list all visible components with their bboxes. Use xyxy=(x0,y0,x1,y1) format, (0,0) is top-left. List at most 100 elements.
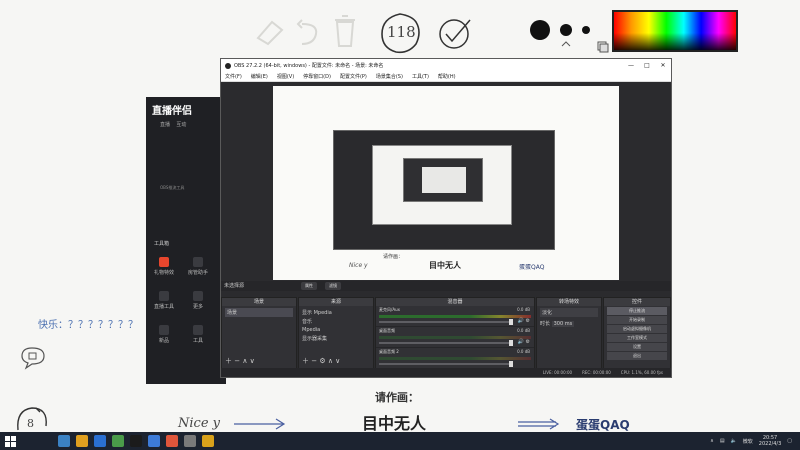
menu-view[interactable]: 视图(V) xyxy=(277,73,294,80)
nested-capture-2 xyxy=(372,145,512,225)
arrow-icon xyxy=(234,418,286,430)
properties-button[interactable]: 属性 xyxy=(301,282,317,290)
brush-size-small-icon[interactable] xyxy=(582,26,590,34)
menu-scene-collection[interactable]: 场景集合(S) xyxy=(376,73,403,80)
taskbar-app-icon[interactable] xyxy=(166,435,178,447)
obs-window[interactable]: OBS 27.2.2 (64-bit, windows) - 配置文件: 未命名… xyxy=(220,58,672,378)
mute-speaker-icon[interactable]: 🔊 ⚙ xyxy=(518,339,530,345)
tool-misc[interactable]: 工具 xyxy=(186,325,210,344)
scene-item[interactable]: 场景 xyxy=(225,308,293,317)
menu-tools[interactable]: 工具(T) xyxy=(412,73,429,80)
app-tabs[interactable]: 直播 互动 xyxy=(160,121,186,128)
close-button[interactable]: ✕ xyxy=(655,62,671,69)
taskbar-app-icon[interactable] xyxy=(130,435,142,447)
tools-title: 工具箱 xyxy=(154,241,170,247)
color-palette[interactable] xyxy=(612,10,738,52)
nested-capture-4 xyxy=(422,167,466,193)
eraser-icon[interactable] xyxy=(252,14,286,48)
source-item[interactable]: 显示 Mpedia xyxy=(302,308,370,317)
brush-size-large-icon[interactable] xyxy=(530,20,550,40)
check-circle-icon[interactable] xyxy=(436,16,476,52)
live-companion-app[interactable]: 直播伴侣 直播 互动 OBS推流工具 工具箱 礼物特效 房管助手 直播工具 更多… xyxy=(146,97,226,384)
double-arrow-icon xyxy=(518,418,560,430)
source-item[interactable]: 显示器采集 xyxy=(302,334,370,343)
filters-button[interactable]: 滤镜 xyxy=(325,282,341,290)
tool-live-tools[interactable]: 直播工具 xyxy=(152,291,176,310)
volume-fader[interactable] xyxy=(379,361,513,367)
controls-dock[interactable]: 控件 停止推流 开始录制 启动虚拟摄像机 工作室模式 设置 退出 xyxy=(603,297,671,369)
duration-input[interactable]: 300 ms xyxy=(551,321,575,327)
obs-preview[interactable]: 请作画： Nice y 目中无人 蛋蛋QAQ xyxy=(273,86,619,280)
stop-streaming-button[interactable]: 停止推流 xyxy=(607,307,667,315)
taskbar-app-icon[interactable] xyxy=(58,435,70,447)
brush-size-picker[interactable] xyxy=(528,18,598,52)
settings-button[interactable]: 设置 xyxy=(607,343,667,351)
input-method-label[interactable]: 微软 xyxy=(743,438,753,445)
tray-arrow-icon[interactable]: ∧ xyxy=(710,438,714,444)
minimize-button[interactable]: — xyxy=(623,62,639,69)
taskbar-app-icon[interactable] xyxy=(184,435,196,447)
nested-capture-3 xyxy=(403,158,483,202)
tool-gift-effects[interactable]: 礼物特效 xyxy=(152,257,176,276)
studio-mode-button[interactable]: 工作室模式 xyxy=(607,334,667,342)
mixer-channel[interactable]: 桌面音频 0.0 dB 🔊 ⚙ xyxy=(376,327,534,348)
virtual-camera-button[interactable]: 启动虚拟摄像机 xyxy=(607,325,667,333)
undo-icon[interactable] xyxy=(292,14,326,48)
brush-size-medium-icon[interactable] xyxy=(560,24,572,36)
volume-icon[interactable]: 🔈 xyxy=(731,438,737,444)
sources-dock[interactable]: 来源 显示 Mpedia 音乐 Mpedia 显示器采集 ＋ − ⚙ ∧ ∨ xyxy=(298,297,374,369)
preview-dandan-text: 蛋蛋QAQ xyxy=(519,264,545,271)
mute-speaker-icon[interactable]: 🔊 ⚙ xyxy=(518,318,530,324)
obs-menubar[interactable]: 文件(F) 编辑(E) 视图(V) 停靠窗口(D) 配置文件(P) 场景集合(S… xyxy=(221,72,671,82)
tool-new[interactable]: 新品 xyxy=(152,325,176,344)
tab-interact[interactable]: 互动 xyxy=(176,122,186,128)
audio-mixer-dock[interactable]: 混音器 麦克风/Aux 0.0 dB 🔊 ⚙ 桌面音频 0.0 dB 🔊 ⚙ 桌… xyxy=(375,297,535,369)
scenes-dock-actions[interactable]: ＋ − ∧ ∨ xyxy=(225,356,255,366)
mixer-channel[interactable]: 麦克风/Aux 0.0 dB 🔊 ⚙ xyxy=(376,306,534,327)
happy-label: 快乐：？？？？？？？ xyxy=(38,320,138,331)
taskbar-app-icon[interactable] xyxy=(148,435,160,447)
network-icon[interactable]: ▤ xyxy=(720,438,725,444)
system-clock[interactable]: 20:57 2022/4/3 xyxy=(759,435,781,447)
volume-meter xyxy=(379,315,531,318)
maximize-button[interactable]: □ xyxy=(639,62,655,69)
obs-titlebar[interactable]: OBS 27.2.2 (64-bit, windows) - 配置文件: 未命名… xyxy=(221,59,671,72)
exit-button[interactable]: 退出 xyxy=(607,352,667,360)
menu-docks[interactable]: 停靠窗口(D) xyxy=(303,73,331,80)
source-item[interactable]: Mpedia xyxy=(302,326,370,334)
menu-file[interactable]: 文件(F) xyxy=(225,73,242,80)
tool-more[interactable]: 更多 xyxy=(186,291,210,310)
scenes-dock[interactable]: 场景 场景 ＋ − ∧ ∨ xyxy=(221,297,297,369)
windows-taskbar[interactable]: ∧ ▤ 🔈 微软 20:57 2022/4/3 ▢ xyxy=(0,432,800,450)
tool-room-manager[interactable]: 房管助手 xyxy=(186,257,210,276)
copy-icon[interactable] xyxy=(597,41,609,53)
preview-big-text: 目中无人 xyxy=(429,261,461,270)
taskbar-app-icon[interactable] xyxy=(112,435,124,447)
controls-dock-title: 控件 xyxy=(604,298,670,306)
sources-dock-actions[interactable]: ＋ − ⚙ ∧ ∨ xyxy=(302,356,340,366)
windows-start-icon[interactable] xyxy=(5,435,16,447)
source-item[interactable]: 音乐 xyxy=(302,317,370,326)
transitions-dock[interactable]: 转场特效 淡化 时长 300 ms xyxy=(536,297,602,369)
mixer-channel[interactable]: 桌面音频 2 0.0 dB xyxy=(376,348,534,369)
tab-live[interactable]: 直播 xyxy=(160,122,170,128)
menu-profile[interactable]: 配置文件(P) xyxy=(340,73,367,80)
taskbar-app-icon[interactable] xyxy=(202,435,214,447)
menu-help[interactable]: 帮助(H) xyxy=(438,73,456,80)
transition-type-select[interactable]: 淡化 xyxy=(540,308,598,317)
number-8-text: 8 xyxy=(27,417,34,430)
start-recording-button[interactable]: 开始录制 xyxy=(607,316,667,324)
taskbar-app-icon[interactable] xyxy=(94,435,106,447)
preview-please-draw: 请作画： xyxy=(383,254,404,260)
menu-edit[interactable]: 编辑(E) xyxy=(251,73,268,80)
dandan-text: 蛋蛋QAQ xyxy=(576,418,630,432)
taskbar-app-icon[interactable] xyxy=(76,435,88,447)
notification-icon[interactable]: ▢ xyxy=(787,438,792,444)
system-tray[interactable]: ∧ ▤ 🔈 微软 20:57 2022/4/3 ▢ xyxy=(710,435,800,447)
trash-icon[interactable] xyxy=(330,12,360,50)
volume-meter xyxy=(379,336,531,339)
volume-fader[interactable] xyxy=(379,319,513,325)
sources-dock-title: 来源 xyxy=(299,298,373,306)
mixer-dock-title: 混音器 xyxy=(376,298,534,306)
volume-fader[interactable] xyxy=(379,340,513,346)
